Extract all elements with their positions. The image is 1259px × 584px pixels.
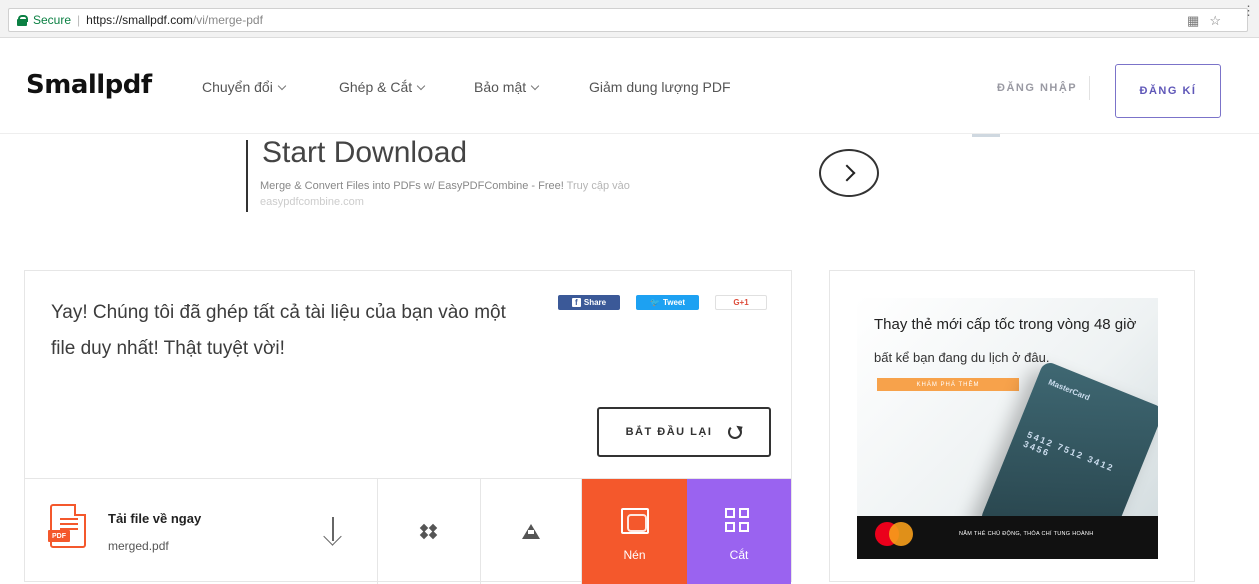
- ad-footer-caption: NẮM THẺ CHỦ ĐỘNG, THỎA CHÍ TUNG HOÀNH: [959, 531, 1094, 537]
- nav-convert[interactable]: Chuyển đổi: [202, 79, 287, 95]
- smallpdf-logo[interactable]: Smallpdf: [26, 70, 152, 100]
- action-bar: PDF Tải file về ngay merged.pdf Nén Cắt: [25, 478, 791, 584]
- refresh-icon: [728, 425, 743, 439]
- secure-label: Secure: [33, 13, 72, 27]
- browser-address-bar: Secure | https://smallpdf.com /vi/merge-…: [0, 0, 1259, 38]
- header-divider: [1089, 76, 1090, 100]
- ad-headline: Thay thẻ mới cấp tốc trong vòng 48 giờ: [874, 316, 1137, 333]
- omnibox-icons: ▦ ☆: [1187, 13, 1221, 29]
- card-brand: MasterCard: [1047, 377, 1092, 403]
- ad-subline: bất kể bạn đang du lịch ở đâu.: [874, 350, 1050, 365]
- card-number: 5412 7512 3412 3456: [1021, 429, 1116, 474]
- signup-button[interactable]: ĐĂNG KÍ: [1115, 64, 1221, 118]
- download-title: Tải file về ngay: [108, 511, 202, 526]
- google-plus-button[interactable]: G+1: [715, 295, 767, 310]
- ad-display-url[interactable]: easypdfcombine.com: [260, 196, 364, 208]
- site-header: Smallpdf Chuyển đổi Ghép & Cắt Bảo mật G…: [0, 38, 1259, 134]
- compress-label: Nén: [623, 547, 646, 562]
- dropbox-icon: [419, 523, 438, 539]
- translate-icon[interactable]: ▦: [1187, 13, 1199, 29]
- ad-description: Merge & Convert Files into PDFs w/ EasyP…: [260, 178, 820, 210]
- save-to-dropbox-button[interactable]: [378, 479, 481, 584]
- url-separator: |: [77, 13, 81, 27]
- ad-title[interactable]: Start Download: [262, 136, 467, 170]
- twitter-tweet-button[interactable]: 🐦 Tweet: [636, 295, 699, 310]
- ad-description-text: Merge & Convert Files into PDFs w/ EasyP…: [260, 180, 564, 192]
- google-drive-icon: [522, 524, 540, 539]
- nav-security[interactable]: Bảo mật: [474, 79, 540, 95]
- ad-accent-bar: [246, 140, 248, 212]
- facebook-share-button[interactable]: f Share: [558, 295, 620, 310]
- mastercard-logo: [875, 522, 915, 548]
- success-message: Yay! Chúng tôi đã ghép tất cả tài liệu c…: [51, 302, 506, 359]
- menu-icon[interactable]: ⋮: [1242, 3, 1255, 19]
- chevron-right-icon: [838, 164, 855, 182]
- chevron-down-icon: [416, 81, 426, 91]
- login-link[interactable]: ĐĂNG NHẬP: [997, 82, 1077, 94]
- ad-choices-marker: [972, 134, 1000, 137]
- share-label: Share: [583, 298, 607, 307]
- split-button[interactable]: Cắt: [687, 479, 791, 584]
- ad-visit-link[interactable]: Truy cập vào: [567, 180, 630, 192]
- star-icon[interactable]: ☆: [1209, 13, 1221, 29]
- download-file-button[interactable]: PDF Tải file về ngay merged.pdf: [25, 479, 378, 584]
- nav-merge-split[interactable]: Ghép & Cắt: [339, 79, 426, 95]
- tweet-label: Tweet: [662, 298, 686, 307]
- mastercard-banner-ad[interactable]: Thay thẻ mới cấp tốc trong vòng 48 giờ b…: [857, 298, 1158, 559]
- facebook-icon: f: [571, 298, 581, 307]
- split-icon: [725, 507, 753, 534]
- restart-label: BẮT ĐẦU LẠI: [625, 426, 713, 438]
- chevron-down-icon: [530, 81, 540, 91]
- lock-icon: [17, 15, 28, 26]
- sidebar-ad-container: Thay thẻ mới cấp tốc trong vòng 48 giờ b…: [829, 270, 1195, 582]
- pdf-file-icon: PDF: [48, 504, 86, 548]
- url-field[interactable]: Secure | https://smallpdf.com /vi/merge-…: [8, 8, 1248, 32]
- header-rule: [0, 133, 1259, 134]
- download-arrow-icon: [323, 517, 343, 543]
- save-to-google-drive-button[interactable]: [481, 479, 582, 584]
- ad-footer: NẮM THẺ CHỦ ĐỘNG, THỎA CHÍ TUNG HOÀNH: [857, 516, 1158, 559]
- nav-compress[interactable]: Giảm dung lượng PDF: [589, 79, 731, 95]
- compress-icon: [620, 507, 649, 534]
- file-name: merged.pdf: [108, 539, 169, 553]
- split-label: Cắt: [729, 547, 749, 562]
- restart-button[interactable]: BẮT ĐẦU LẠI: [597, 407, 771, 457]
- pdf-tag: PDF: [48, 530, 70, 542]
- chevron-down-icon: [277, 81, 287, 91]
- twitter-icon: 🐦: [649, 298, 660, 307]
- ad-next-button[interactable]: [819, 149, 879, 197]
- nav-security-label: Bảo mật: [474, 79, 527, 95]
- ad-explore-button[interactable]: KHÁM PHÁ THÊM: [877, 378, 1019, 391]
- merge-result-card: Yay! Chúng tôi đã ghép tất cả tài liệu c…: [24, 270, 792, 584]
- url-domain: https://smallpdf.com: [86, 13, 193, 27]
- url-path: /vi/merge-pdf: [192, 13, 263, 27]
- compress-button[interactable]: Nén: [582, 479, 687, 584]
- nav-convert-label: Chuyển đổi: [202, 79, 273, 95]
- nav-merge-split-label: Ghép & Cắt: [339, 79, 413, 95]
